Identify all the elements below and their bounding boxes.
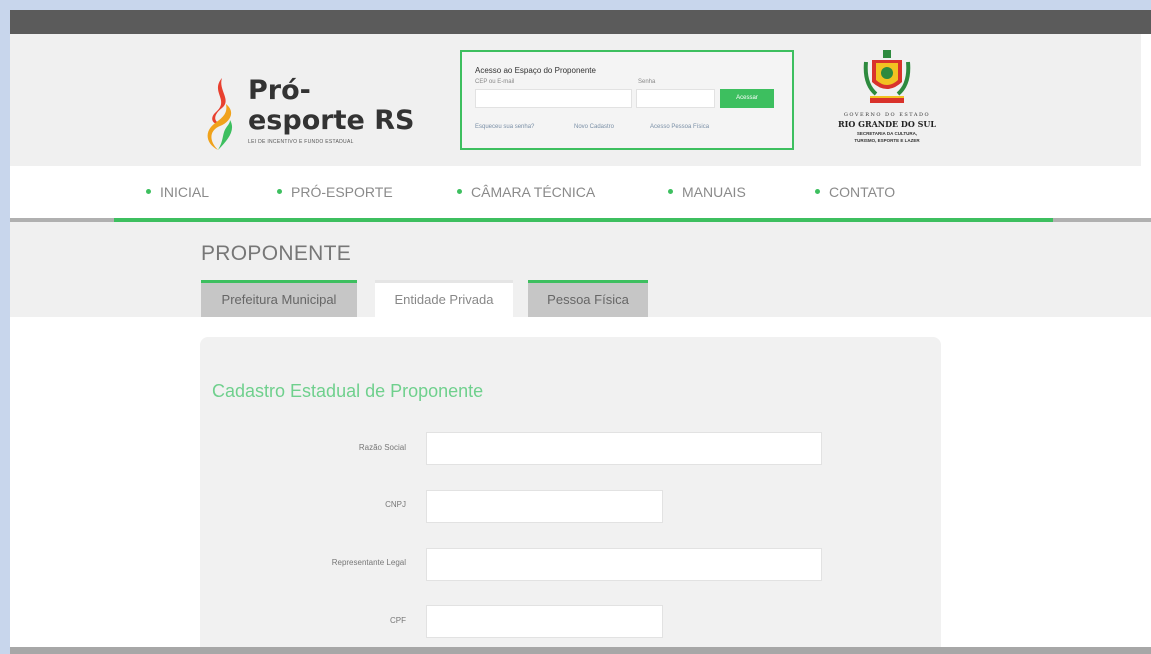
pro-esporte-logo[interactable]: Pró- esporte RS LEI DE INCENTIVO E FUNDO… bbox=[200, 74, 420, 154]
state-coat-of-arms-icon bbox=[863, 50, 911, 103]
bullet-icon bbox=[457, 188, 462, 194]
nav-label: PRÓ-ESPORTE bbox=[291, 184, 393, 200]
nav-item-inicial[interactable]: INICIAL bbox=[146, 184, 209, 200]
cnpj-input[interactable] bbox=[426, 490, 663, 523]
individual-access-link[interactable]: Acesso Pessoa Física bbox=[650, 124, 709, 130]
nav-item-manuais[interactable]: MANUAIS bbox=[668, 184, 746, 200]
bullet-icon bbox=[146, 188, 151, 194]
field-label-cnpj: CNPJ bbox=[385, 500, 406, 509]
password-label: Senha bbox=[638, 79, 656, 85]
nav-label: CONTATO bbox=[829, 184, 896, 200]
horizontal-scrollbar[interactable] bbox=[10, 647, 1151, 654]
login-title: Acesso ao Espaço do Proponente bbox=[475, 66, 596, 75]
representante-legal-input[interactable] bbox=[426, 548, 822, 581]
nav-item-camara-tecnica[interactable]: CÂMARA TÉCNICA bbox=[457, 184, 595, 200]
nav-item-pro-esporte[interactable]: PRÓ-ESPORTE bbox=[277, 184, 393, 200]
field-label-representante-legal: Representante Legal bbox=[331, 558, 406, 567]
gov-line-3: SECRETARIA DA CULTURA, bbox=[856, 131, 918, 136]
tab-prefeitura-municipal[interactable]: Prefeitura Municipal bbox=[201, 280, 357, 317]
gov-line-1: GOVERNO DO ESTADO bbox=[843, 112, 931, 118]
bullet-icon bbox=[815, 188, 820, 194]
section-header-band: PROPONENTE Prefeitura Municipal Entidade… bbox=[10, 222, 1151, 317]
gov-line-4: TURISMO, ESPORTE E LAZER bbox=[854, 138, 920, 143]
main-nav: INICIAL PRÓ-ESPORTE CÂMARA TÉCNICA MANUA… bbox=[10, 166, 1151, 218]
tab-entidade-privada[interactable]: Entidade Privada bbox=[375, 280, 513, 317]
browser-viewport: Pró- esporte RS LEI DE INCENTIVO E FUNDO… bbox=[10, 10, 1151, 654]
top-bar bbox=[10, 10, 1151, 34]
brand-line-1: Pró- bbox=[248, 75, 311, 106]
government-logo[interactable]: GOVERNO DO ESTADO RIO GRANDE DO SUL SECR… bbox=[828, 50, 946, 162]
brand-tagline: LEI DE INCENTIVO E FUNDO ESTADUAL bbox=[248, 139, 354, 145]
bullet-icon bbox=[668, 188, 673, 194]
field-label-cpf: CPF bbox=[390, 616, 406, 625]
tab-pessoa-fisica[interactable]: Pessoa Física bbox=[528, 280, 648, 317]
field-label-razao-social: Razão Social bbox=[358, 443, 406, 452]
nav-item-contato[interactable]: CONTATO bbox=[815, 184, 895, 200]
nav-label: INICIAL bbox=[160, 184, 210, 200]
site-header: Pró- esporte RS LEI DE INCENTIVO E FUNDO… bbox=[10, 34, 1141, 166]
gov-line-2: RIO GRANDE DO SUL bbox=[837, 119, 937, 129]
registration-form: Cadastro Estadual de Proponente Razão So… bbox=[200, 337, 941, 654]
flame-logo-icon bbox=[207, 78, 233, 150]
cpf-input[interactable] bbox=[426, 605, 663, 638]
login-box: Acesso ao Espaço do Proponente CEP ou E-… bbox=[460, 50, 794, 150]
new-register-link[interactable]: Novo Cadastro bbox=[574, 124, 614, 130]
forgot-password-link[interactable]: Esqueceu sua senha? bbox=[475, 124, 534, 130]
brand-line-2: esporte RS bbox=[248, 105, 415, 136]
page-title: PROPONENTE bbox=[201, 242, 352, 265]
nav-label: CÂMARA TÉCNICA bbox=[471, 184, 596, 200]
user-label: CEP ou E-mail bbox=[475, 79, 515, 85]
razao-social-input[interactable] bbox=[426, 432, 822, 465]
bullet-icon bbox=[277, 188, 282, 194]
password-input[interactable] bbox=[636, 89, 715, 108]
form-title: Cadastro Estadual de Proponente bbox=[212, 381, 484, 401]
nav-label: MANUAIS bbox=[682, 184, 746, 200]
user-input[interactable] bbox=[475, 89, 632, 108]
login-button[interactable]: Acessar bbox=[720, 89, 774, 108]
